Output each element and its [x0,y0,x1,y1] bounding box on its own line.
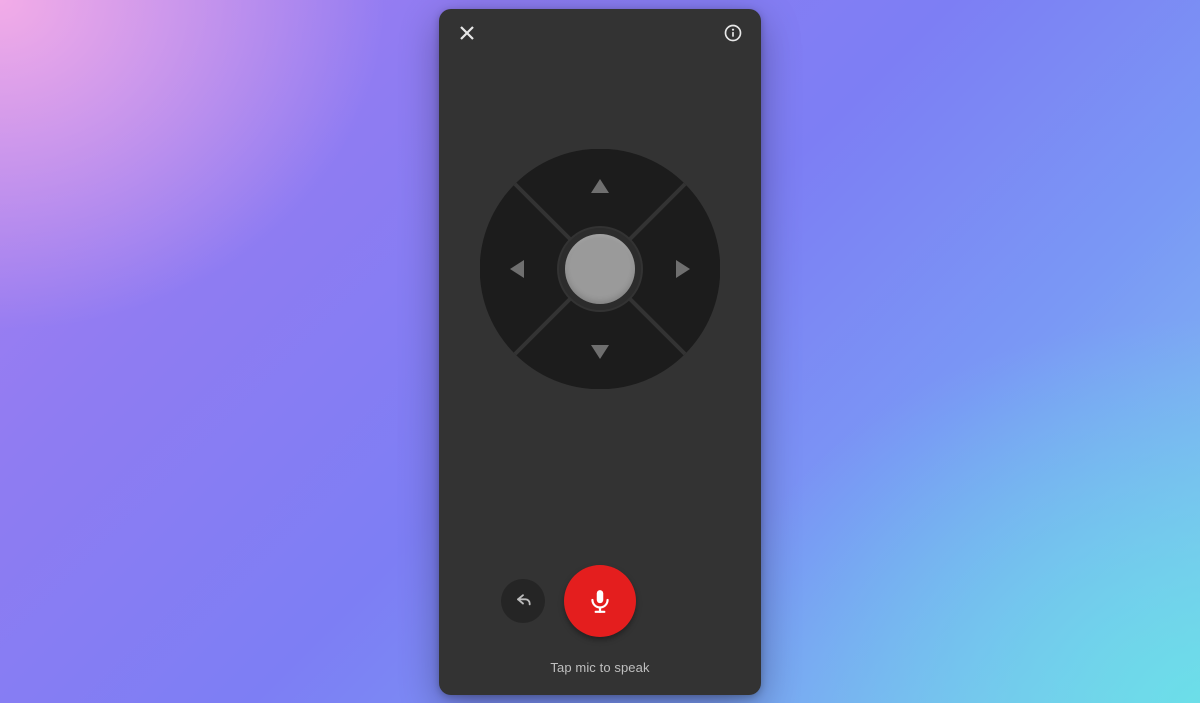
mic-hint-label: Tap mic to speak [439,660,761,675]
close-button[interactable] [453,19,481,47]
back-button[interactable] [501,579,545,623]
info-icon [723,23,743,43]
remote-control-panel: Tap mic to speak [439,9,761,695]
bottom-controls [439,565,761,637]
dpad [480,149,720,389]
top-bar [439,9,761,57]
dpad-select-button[interactable] [565,234,635,304]
microphone-icon [587,588,613,614]
undo-icon [513,591,533,611]
close-icon [459,25,475,41]
info-button[interactable] [719,19,747,47]
microphone-button[interactable] [564,565,636,637]
